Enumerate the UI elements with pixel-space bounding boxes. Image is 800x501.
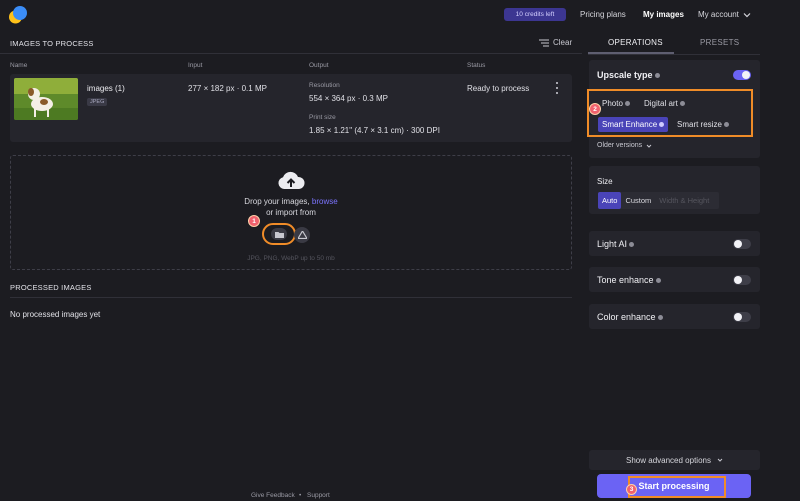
option-digital-art-label: Digital art [644, 99, 678, 108]
light-ai-toggle[interactable] [733, 239, 751, 249]
show-advanced-options-label: Show advanced options [626, 455, 711, 465]
step-badge-1: 1 [248, 215, 260, 227]
step-badge-3: 3 [626, 484, 637, 495]
highlight-box-start [628, 476, 726, 498]
chevron-down-icon [717, 458, 723, 462]
output-resolution: 554 × 364 px · 0.3 MP [309, 94, 388, 103]
nav-my-account[interactable]: My account [698, 10, 751, 19]
image-thumbnail[interactable] [14, 78, 78, 120]
processed-divider [10, 297, 572, 298]
browse-link[interactable]: browse [312, 197, 338, 206]
info-icon[interactable] [659, 122, 665, 128]
tone-enhance-toggle[interactable] [733, 275, 751, 285]
app-logo[interactable] [8, 5, 28, 25]
drop-instructions: Drop your images, browse [10, 197, 572, 206]
info-icon[interactable] [723, 122, 729, 128]
resolution-label: Resolution [309, 82, 340, 89]
older-versions-toggle[interactable]: Older versions [597, 142, 652, 149]
info-icon[interactable] [657, 315, 663, 321]
upscale-toggle[interactable] [733, 70, 751, 80]
size-title: Size [597, 177, 613, 186]
option-smart-enhance-label: Smart Enhance [602, 120, 658, 129]
drop-text: Drop your images, [244, 197, 310, 206]
status-text: Ready to process [467, 84, 530, 93]
more-options-icon[interactable] [553, 82, 561, 94]
import-from-text: or import from [266, 208, 316, 217]
processed-images-title: PROCESSED IMAGES [10, 283, 92, 292]
option-digital-art[interactable]: Digital art [640, 96, 689, 111]
option-photo-label: Photo [602, 99, 623, 108]
column-name: Name [10, 62, 28, 69]
input-info: 277 × 182 px · 0.1 MP [188, 84, 267, 93]
older-versions-label: Older versions [597, 142, 643, 149]
info-icon[interactable] [624, 101, 630, 107]
tabs-divider [588, 54, 760, 55]
upscale-type-label: Upscale type [597, 70, 653, 80]
footer-separator: • [299, 492, 302, 499]
nav-pricing-plans[interactable]: Pricing plans [580, 10, 626, 19]
size-option-width-height: Width & Height [659, 196, 710, 205]
print-size-label: Print size [309, 114, 336, 121]
tone-enhance-label: Tone enhance [597, 275, 654, 285]
option-photo[interactable]: Photo [598, 96, 634, 111]
clear-button[interactable]: Clear [539, 38, 572, 47]
size-option-auto[interactable]: Auto [598, 192, 622, 209]
info-icon[interactable] [655, 278, 661, 284]
chevron-down-icon [646, 144, 652, 148]
import-local-folder-button[interactable] [271, 228, 287, 240]
nav-my-images[interactable]: My images [643, 10, 684, 19]
info-icon[interactable] [654, 73, 660, 79]
info-icon[interactable] [629, 242, 635, 248]
color-enhance-toggle[interactable] [733, 312, 751, 322]
cloud-upload-icon [277, 171, 305, 193]
folder-icon [274, 231, 284, 238]
image-file-name: images (1) [87, 84, 125, 93]
color-enhance-title: Color enhance [597, 312, 663, 322]
chevron-down-icon [743, 12, 751, 17]
column-status: Status [467, 62, 486, 69]
images-to-process-title: IMAGES TO PROCESS [10, 39, 94, 48]
upscale-type-title: Upscale type [597, 70, 660, 80]
file-types-hint: JPG, PNG, WebP up to 50 mb [247, 255, 335, 262]
option-smart-enhance[interactable]: Smart Enhance [598, 117, 669, 132]
light-ai-label: Light AI [597, 239, 628, 249]
color-enhance-label: Color enhance [597, 312, 656, 322]
column-output: Output [309, 62, 329, 69]
light-ai-title: Light AI [597, 239, 635, 249]
tone-enhance-title: Tone enhance [597, 275, 661, 285]
show-advanced-options-button[interactable]: Show advanced options [589, 450, 760, 470]
support-link[interactable]: Support [307, 492, 330, 499]
credits-badge[interactable]: 10 credits left [504, 8, 566, 21]
tab-presets[interactable]: PRESETS [700, 38, 739, 47]
clear-label: Clear [553, 38, 573, 47]
nav-my-account-label: My account [698, 10, 739, 19]
tab-operations[interactable]: OPERATIONS [608, 38, 663, 47]
column-input: Input [188, 62, 203, 69]
print-size-value: 1.85 × 1.21" (4.7 × 3.1 cm) · 300 DPI [309, 126, 440, 135]
give-feedback-link[interactable]: Give Feedback [251, 492, 295, 499]
size-segmented-control: Auto Custom Width & Height [598, 192, 719, 209]
google-drive-icon [297, 231, 307, 239]
header-divider [0, 53, 582, 54]
option-smart-resize-label: Smart resize [677, 120, 722, 129]
option-smart-resize[interactable]: Smart resize [673, 117, 733, 132]
format-badge: JPEG [87, 98, 108, 106]
import-google-drive-button[interactable] [294, 227, 310, 243]
processed-empty-text: No processed images yet [10, 310, 101, 319]
info-icon[interactable] [679, 101, 685, 107]
size-option-custom[interactable]: Custom [621, 196, 655, 205]
clear-list-icon [539, 38, 549, 47]
